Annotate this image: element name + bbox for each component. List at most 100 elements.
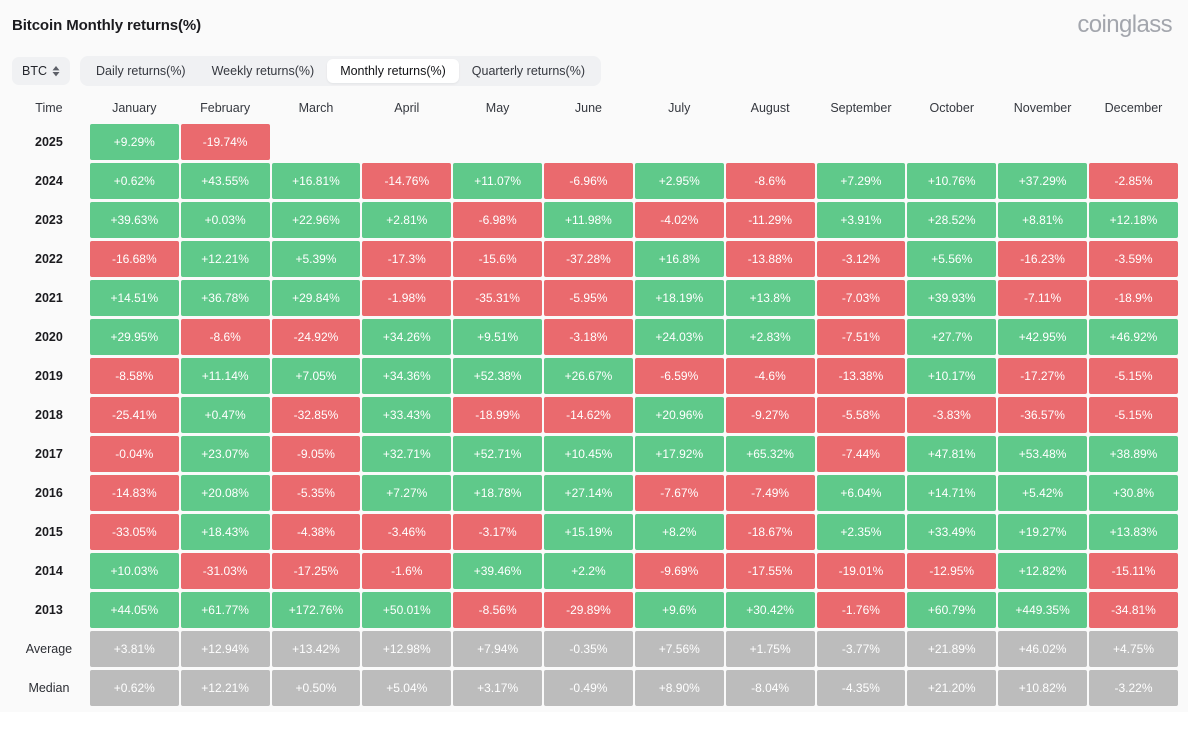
- return-cell[interactable]: +5.56%: [907, 241, 997, 277]
- return-cell[interactable]: +2.35%: [816, 514, 906, 550]
- return-cell[interactable]: -5.95%: [544, 280, 633, 316]
- return-cell[interactable]: +21.20%: [907, 670, 997, 706]
- return-cell[interactable]: +172.76%: [271, 592, 361, 628]
- return-cell[interactable]: -17.25%: [271, 553, 361, 589]
- return-cell[interactable]: +13.83%: [1089, 514, 1178, 550]
- return-cell[interactable]: -17.55%: [725, 553, 815, 589]
- return-cell[interactable]: +39.63%: [89, 202, 179, 238]
- return-cell[interactable]: -7.67%: [634, 475, 724, 511]
- return-cell[interactable]: +26.67%: [544, 358, 633, 394]
- return-cell[interactable]: +10.76%: [907, 163, 997, 199]
- return-cell[interactable]: -12.95%: [907, 553, 997, 589]
- return-cell[interactable]: +12.82%: [998, 553, 1087, 589]
- return-cell[interactable]: -4.35%: [816, 670, 906, 706]
- return-cell[interactable]: +44.05%: [89, 592, 179, 628]
- return-cell[interactable]: -36.57%: [998, 397, 1087, 433]
- return-cell[interactable]: -15.6%: [453, 241, 543, 277]
- return-cell[interactable]: +2.95%: [634, 163, 724, 199]
- return-cell[interactable]: -18.99%: [453, 397, 543, 433]
- return-cell[interactable]: -7.11%: [998, 280, 1087, 316]
- return-cell[interactable]: +18.78%: [453, 475, 543, 511]
- return-cell[interactable]: -17.27%: [998, 358, 1087, 394]
- return-cell[interactable]: -15.11%: [1089, 553, 1178, 589]
- return-cell[interactable]: +9.6%: [634, 592, 724, 628]
- return-cell[interactable]: -31.03%: [180, 553, 270, 589]
- return-cell[interactable]: -9.05%: [271, 436, 361, 472]
- return-cell[interactable]: -18.67%: [725, 514, 815, 550]
- return-cell[interactable]: +8.2%: [634, 514, 724, 550]
- return-cell[interactable]: +21.89%: [907, 631, 997, 667]
- return-cell[interactable]: -24.92%: [271, 319, 361, 355]
- return-cell[interactable]: +0.47%: [180, 397, 270, 433]
- return-cell[interactable]: -19.74%: [180, 124, 270, 160]
- return-cell[interactable]: -11.29%: [725, 202, 815, 238]
- return-cell[interactable]: +29.84%: [271, 280, 361, 316]
- return-cell[interactable]: -1.6%: [362, 553, 452, 589]
- return-cell[interactable]: +13.8%: [725, 280, 815, 316]
- return-cell[interactable]: -18.9%: [1089, 280, 1178, 316]
- return-cell[interactable]: -3.46%: [362, 514, 452, 550]
- return-cell[interactable]: +52.38%: [453, 358, 543, 394]
- return-cell[interactable]: +7.05%: [271, 358, 361, 394]
- return-cell[interactable]: -8.6%: [180, 319, 270, 355]
- return-cell[interactable]: -16.68%: [89, 241, 179, 277]
- return-cell[interactable]: +47.81%: [907, 436, 997, 472]
- return-cell[interactable]: -8.04%: [725, 670, 815, 706]
- return-cell[interactable]: +61.77%: [180, 592, 270, 628]
- return-cell[interactable]: +29.95%: [89, 319, 179, 355]
- return-cell[interactable]: +5.42%: [998, 475, 1087, 511]
- return-cell[interactable]: +11.98%: [544, 202, 633, 238]
- return-cell[interactable]: +18.19%: [634, 280, 724, 316]
- return-cell[interactable]: -19.01%: [816, 553, 906, 589]
- return-cell[interactable]: +3.17%: [453, 670, 543, 706]
- return-cell[interactable]: +16.81%: [271, 163, 361, 199]
- return-cell[interactable]: +22.96%: [271, 202, 361, 238]
- tab-weekly-returns[interactable]: Weekly returns(%): [199, 59, 328, 83]
- return-cell[interactable]: +4.75%: [1089, 631, 1178, 667]
- return-cell[interactable]: +0.03%: [180, 202, 270, 238]
- return-cell[interactable]: +9.51%: [453, 319, 543, 355]
- return-cell[interactable]: +10.45%: [544, 436, 633, 472]
- return-cell[interactable]: +46.92%: [1089, 319, 1178, 355]
- return-cell[interactable]: +34.36%: [362, 358, 452, 394]
- return-cell[interactable]: +7.29%: [816, 163, 906, 199]
- return-cell[interactable]: +36.78%: [180, 280, 270, 316]
- return-cell[interactable]: +43.55%: [180, 163, 270, 199]
- return-cell[interactable]: -34.81%: [1089, 592, 1178, 628]
- return-cell[interactable]: +1.75%: [725, 631, 815, 667]
- return-cell[interactable]: -4.38%: [271, 514, 361, 550]
- return-cell[interactable]: +2.2%: [544, 553, 633, 589]
- return-cell[interactable]: +16.8%: [634, 241, 724, 277]
- return-cell[interactable]: +32.71%: [362, 436, 452, 472]
- return-cell[interactable]: -4.02%: [634, 202, 724, 238]
- return-cell[interactable]: -3.17%: [453, 514, 543, 550]
- return-cell[interactable]: +14.71%: [907, 475, 997, 511]
- return-cell[interactable]: +2.83%: [725, 319, 815, 355]
- return-cell[interactable]: +23.07%: [180, 436, 270, 472]
- return-cell[interactable]: -32.85%: [271, 397, 361, 433]
- return-cell[interactable]: -6.98%: [453, 202, 543, 238]
- return-cell[interactable]: +24.03%: [634, 319, 724, 355]
- return-cell[interactable]: -17.3%: [362, 241, 452, 277]
- return-cell[interactable]: +8.90%: [634, 670, 724, 706]
- return-cell[interactable]: +2.81%: [362, 202, 452, 238]
- return-cell[interactable]: +10.82%: [998, 670, 1087, 706]
- return-cell[interactable]: +3.91%: [816, 202, 906, 238]
- return-cell[interactable]: -9.69%: [634, 553, 724, 589]
- return-cell[interactable]: +39.93%: [907, 280, 997, 316]
- tab-quarterly-returns[interactable]: Quarterly returns(%): [459, 59, 598, 83]
- return-cell[interactable]: +30.8%: [1089, 475, 1178, 511]
- return-cell[interactable]: -7.49%: [725, 475, 815, 511]
- return-cell[interactable]: +7.27%: [362, 475, 452, 511]
- return-cell[interactable]: +37.29%: [998, 163, 1087, 199]
- return-cell[interactable]: -3.77%: [816, 631, 906, 667]
- return-cell[interactable]: +11.07%: [453, 163, 543, 199]
- return-cell[interactable]: -4.6%: [725, 358, 815, 394]
- return-cell[interactable]: +18.43%: [180, 514, 270, 550]
- return-cell[interactable]: +50.01%: [362, 592, 452, 628]
- return-cell[interactable]: +53.48%: [998, 436, 1087, 472]
- return-cell[interactable]: -1.98%: [362, 280, 452, 316]
- return-cell[interactable]: +10.17%: [907, 358, 997, 394]
- return-cell[interactable]: +52.71%: [453, 436, 543, 472]
- return-cell[interactable]: +33.49%: [907, 514, 997, 550]
